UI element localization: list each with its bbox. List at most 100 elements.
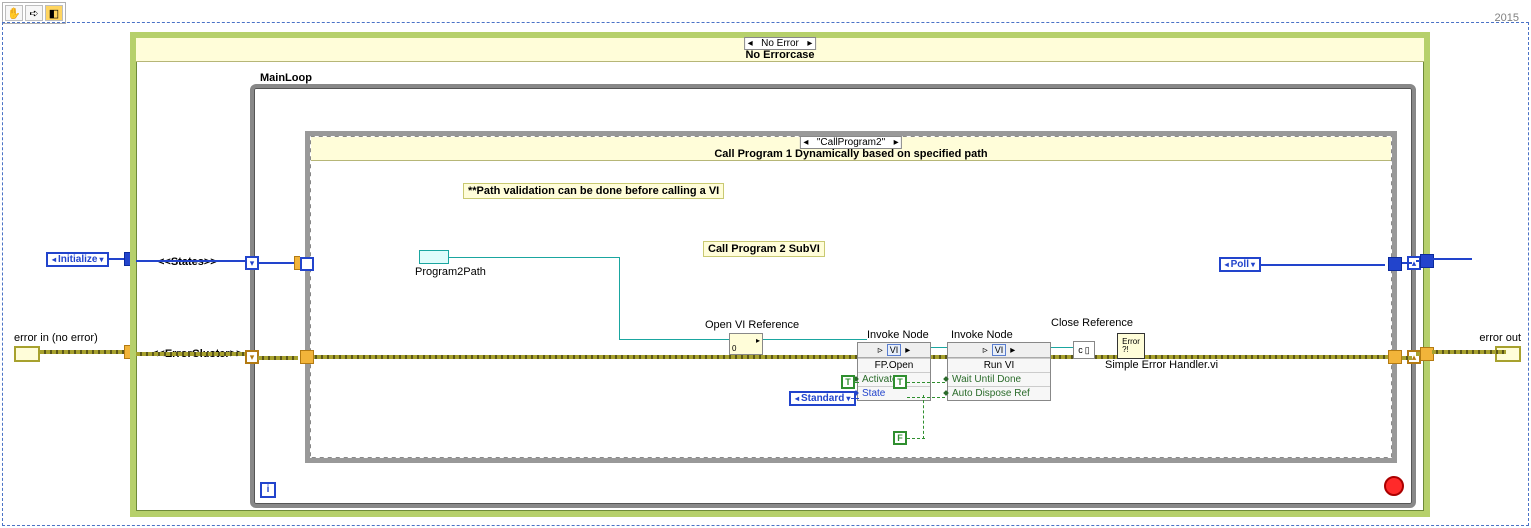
param-pin-icon (943, 376, 949, 382)
close-reference-node[interactable]: c▯ (1073, 341, 1095, 359)
invoke1-ref-out-icon: ▸ (905, 345, 910, 356)
openvi-options-value: 0 (732, 344, 736, 353)
case-next-icon[interactable]: ▸ (805, 38, 815, 49)
mainloop-label: MainLoop (260, 72, 312, 84)
standard-ring-label: Standard (801, 393, 844, 404)
simple-error-handler-label: Simple Error Handler.vi (1105, 359, 1218, 371)
iteration-terminal[interactable]: i (260, 482, 276, 498)
inner-case-title: Call Program 1 Dynamically based on spec… (311, 148, 1391, 160)
initialize-ring-container: ◂ Initialize ▾ (46, 252, 109, 267)
inner-case-prev-icon[interactable]: ◂ (801, 137, 811, 148)
inner-case-strip: ◂ "CallProgram2" ▸ Call Program 1 Dynami… (311, 137, 1391, 161)
inner-case-next-icon[interactable]: ▸ (891, 137, 901, 148)
toolbar: ✋ ➪ ◧ (2, 2, 66, 24)
error-wire-case-to-sr (1402, 356, 1412, 360)
ring-left-icon: ◂ (52, 255, 56, 264)
program2path-label: Program2Path (415, 266, 486, 278)
invoke2-class: VI (992, 344, 1007, 356)
bool-true-activate[interactable]: T (841, 375, 855, 389)
error-out-terminal[interactable] (1495, 346, 1521, 362)
poll-wire (1261, 264, 1385, 266)
invoke1-header: ▹ VI▸ (858, 343, 930, 358)
openvi-ref-icon: ▸ (756, 336, 760, 345)
invoke1-ref-in-icon: ▹ (878, 345, 883, 356)
error-wire-through-case (305, 355, 1401, 359)
open-vi-ref-label: Open VI Reference (705, 319, 799, 331)
bool-wire-activate (855, 382, 859, 383)
outer-case-title: No Errorcase (136, 49, 1424, 61)
path-wire-h1 (449, 257, 619, 258)
case-prev-icon[interactable]: ◂ (745, 38, 755, 49)
outer-case-selector-label: No Error (755, 38, 805, 49)
ring-left-icon: ◂ (1225, 260, 1229, 269)
inner-tunnel-error-out[interactable] (1388, 350, 1402, 364)
standard-ring-container: ◂ Standard ▾ (789, 391, 856, 406)
pan-tool-button[interactable]: ✋ (5, 5, 23, 21)
inner-case-structure[interactable]: ◂ "CallProgram2" ▸ Call Program 1 Dynami… (300, 126, 1402, 468)
arrow-tool-button[interactable]: ➪ (25, 5, 43, 21)
invoke-node-run-vi[interactable]: ▹ VI▸ Run VI Wait Until Done Auto Dispose… (947, 342, 1051, 401)
probe-icon: ◧ (49, 7, 59, 20)
path-wire-h2 (619, 339, 729, 340)
bool-wire-adr-h (907, 397, 945, 398)
error-in-terminal[interactable] (14, 346, 40, 362)
shiftreg-left-error[interactable]: ▾ (245, 350, 259, 364)
close-reference-label: Close Reference (1051, 317, 1133, 329)
poll-ring[interactable]: ◂ Poll ▾ (1219, 257, 1261, 272)
invoke2-header: ▹ VI▸ (948, 343, 1050, 358)
ring-down-icon: ▾ (1251, 260, 1255, 269)
path-validation-note: **Path validation can be done before cal… (463, 183, 724, 199)
ring-left-icon: ◂ (795, 394, 799, 403)
inner-case-body: ◂ "CallProgram2" ▸ Call Program 1 Dynami… (311, 137, 1391, 457)
invoke2-param-autodispose[interactable]: Auto Dispose Ref (948, 386, 1050, 400)
shiftreg-left-states[interactable]: ▾ (245, 256, 259, 270)
bool-wire-wait (907, 382, 945, 383)
invoke1-class: VI (887, 344, 902, 356)
invoke2-method[interactable]: Run VI (948, 358, 1050, 372)
arrow-icon: ➪ (29, 7, 38, 20)
program2path-control[interactable] (419, 250, 449, 264)
error-out-label: error out (1479, 332, 1521, 344)
subvi-note: Call Program 2 SubVI (703, 241, 825, 257)
invoke2-ref-out-icon: ▸ (1010, 345, 1015, 356)
outer-case-structure[interactable]: ◂ No Error ▸ No Errorcase <<States>> <<E… (130, 32, 1430, 517)
simple-error-handler-vi[interactable]: Error?! (1117, 333, 1145, 359)
loop-stop-terminal[interactable] (1384, 476, 1404, 496)
bool-wire-adr-h2 (907, 438, 925, 439)
path-wire-v (619, 257, 620, 339)
invoke-node-2-label: Invoke Node (951, 329, 1013, 341)
param-pin-icon (943, 390, 949, 396)
invoke-node-1-label: Invoke Node (867, 329, 929, 341)
probe-tool-button[interactable]: ◧ (45, 5, 63, 21)
seh-icon-text: Error?! (1122, 338, 1140, 354)
standard-ring[interactable]: ◂ Standard ▾ (789, 391, 856, 406)
bool-true-wait[interactable]: T (893, 375, 907, 389)
error-wire-loop-to-case (258, 356, 298, 360)
inner-tunnel-states-out[interactable] (1388, 257, 1402, 271)
invoke2-param-wait[interactable]: Wait Until Done (948, 372, 1050, 386)
invoke2-ref-in-icon: ▹ (983, 345, 988, 356)
initialize-ring[interactable]: ◂ Initialize ▾ (46, 252, 109, 267)
inner-tunnel-error-in[interactable] (300, 350, 314, 364)
invoke-node-fp-open[interactable]: ▹VI▸ FP.Open Activate State (857, 342, 931, 401)
poll-ring-container: ◂ Poll ▾ (1219, 257, 1261, 272)
hand-icon: ✋ (7, 7, 21, 20)
refnum-wire-3 (1051, 347, 1073, 348)
green-tunnel-states-out[interactable] (1420, 254, 1434, 268)
open-vi-reference-node[interactable]: 0 ▸ (729, 333, 763, 355)
bool-false-autodispose[interactable]: F (893, 431, 907, 445)
inner-case-selector-label: "CallProgram2" (811, 137, 891, 148)
states-wire-loop-to-case (258, 262, 298, 264)
while-loop[interactable]: MainLoop ▾ ▾ ▴ ▴ i ◂ "CallProgram2" ▸ (250, 84, 1416, 508)
ring-down-icon: ▾ (846, 394, 850, 403)
states-wire-right-outer (1432, 258, 1472, 260)
outer-case-strip: ◂ No Error ▸ No Errorcase (136, 38, 1424, 62)
ring-down-icon: ▾ (99, 255, 103, 264)
state-wire (851, 398, 859, 399)
bool-wire-adr-v (923, 395, 924, 439)
invoke1-method[interactable]: FP.Open (858, 358, 930, 372)
close-ref-icon: c (1078, 345, 1083, 355)
states-label: <<States>> (158, 256, 217, 268)
inner-tunnel-states-in[interactable] (300, 257, 314, 271)
error-wire-left-outer (40, 350, 136, 354)
